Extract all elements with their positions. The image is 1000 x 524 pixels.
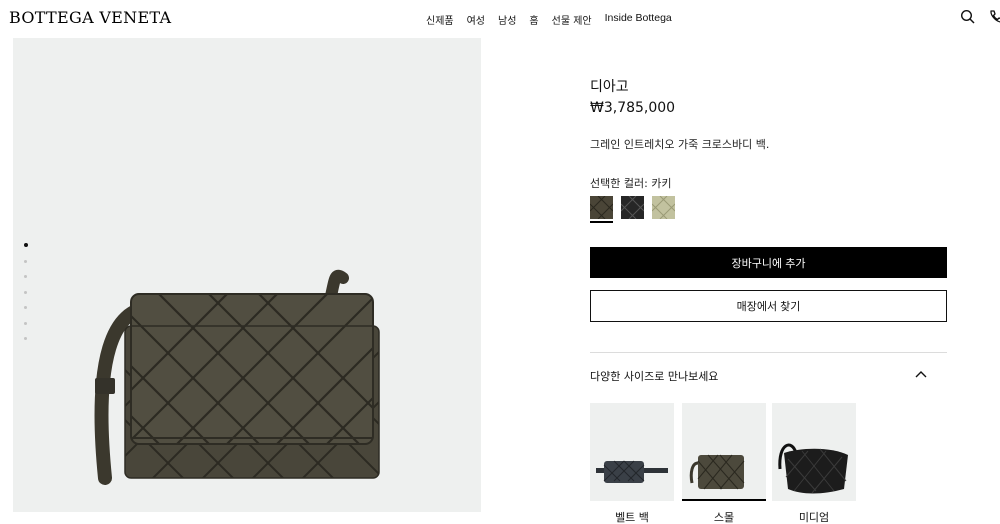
phone-icon[interactable] [988, 9, 1000, 25]
product-description: 그레인 인트레치오 가죽 크로스바디 백. [590, 138, 770, 151]
size-thumb-medium [772, 403, 856, 501]
size-label-medium: 미디엄 [798, 511, 830, 524]
size-option-belt-bag[interactable]: 벨트 백 [590, 403, 674, 524]
site-header: BOTTEGA VENETA 신제품 여성 남성 홈 선물 제안 Inside … [0, 0, 1000, 36]
gallery-dot[interactable] [23, 243, 28, 247]
size-thumb-small [682, 403, 766, 501]
search-icon[interactable] [960, 9, 976, 25]
selected-color-label: 선택한 컬러: 카키 [590, 177, 672, 190]
nav-home[interactable]: 홈 [529, 12, 538, 27]
product-image [94, 269, 380, 485]
product-name: 디아고 [590, 79, 629, 95]
gallery-pagination [23, 243, 30, 353]
color-swatches [589, 195, 683, 223]
sizes-section-title[interactable]: 다양한 사이즈로 만나보세요 [590, 368, 718, 384]
brand-logo[interactable]: BOTTEGA VENETA [9, 8, 171, 27]
gallery-dot[interactable] [24, 321, 27, 325]
size-option-small[interactable]: 스몰 [682, 403, 766, 524]
swatch-sage[interactable] [651, 195, 676, 220]
section-divider [590, 352, 947, 353]
chevron-up-icon[interactable] [914, 366, 928, 380]
gallery-dot[interactable] [24, 337, 27, 340]
gallery-dot[interactable] [24, 306, 27, 309]
gallery-dot[interactable] [24, 290, 27, 294]
nav-women[interactable]: 여성 [467, 12, 485, 27]
swatch-black[interactable] [620, 195, 645, 220]
product-image-gallery[interactable] [13, 38, 481, 512]
size-label-small: 스몰 [713, 511, 735, 524]
gallery-dot[interactable] [24, 259, 27, 263]
add-to-cart-button[interactable]: 장바구니에 추가 [590, 247, 947, 278]
nav-new-arrivals[interactable]: 신제품 [426, 12, 454, 27]
nav-gifts[interactable]: 선물 제안 [552, 12, 592, 27]
product-price: ₩3,785,000 [590, 100, 676, 116]
size-label-belt-bag: 벨트 백 [615, 511, 649, 524]
nav-men[interactable]: 남성 [498, 12, 516, 27]
swatch-khaki[interactable] [589, 195, 614, 223]
main-nav: 신제품 여성 남성 홈 선물 제안 Inside Bottega [426, 12, 685, 27]
size-thumb-belt-bag [590, 403, 674, 501]
gallery-dot[interactable] [24, 275, 27, 278]
size-option-medium[interactable]: 미디엄 [772, 403, 856, 524]
find-in-store-button[interactable]: 매장에서 찾기 [590, 290, 947, 322]
nav-inside-bottega[interactable]: Inside Bottega [605, 12, 672, 27]
